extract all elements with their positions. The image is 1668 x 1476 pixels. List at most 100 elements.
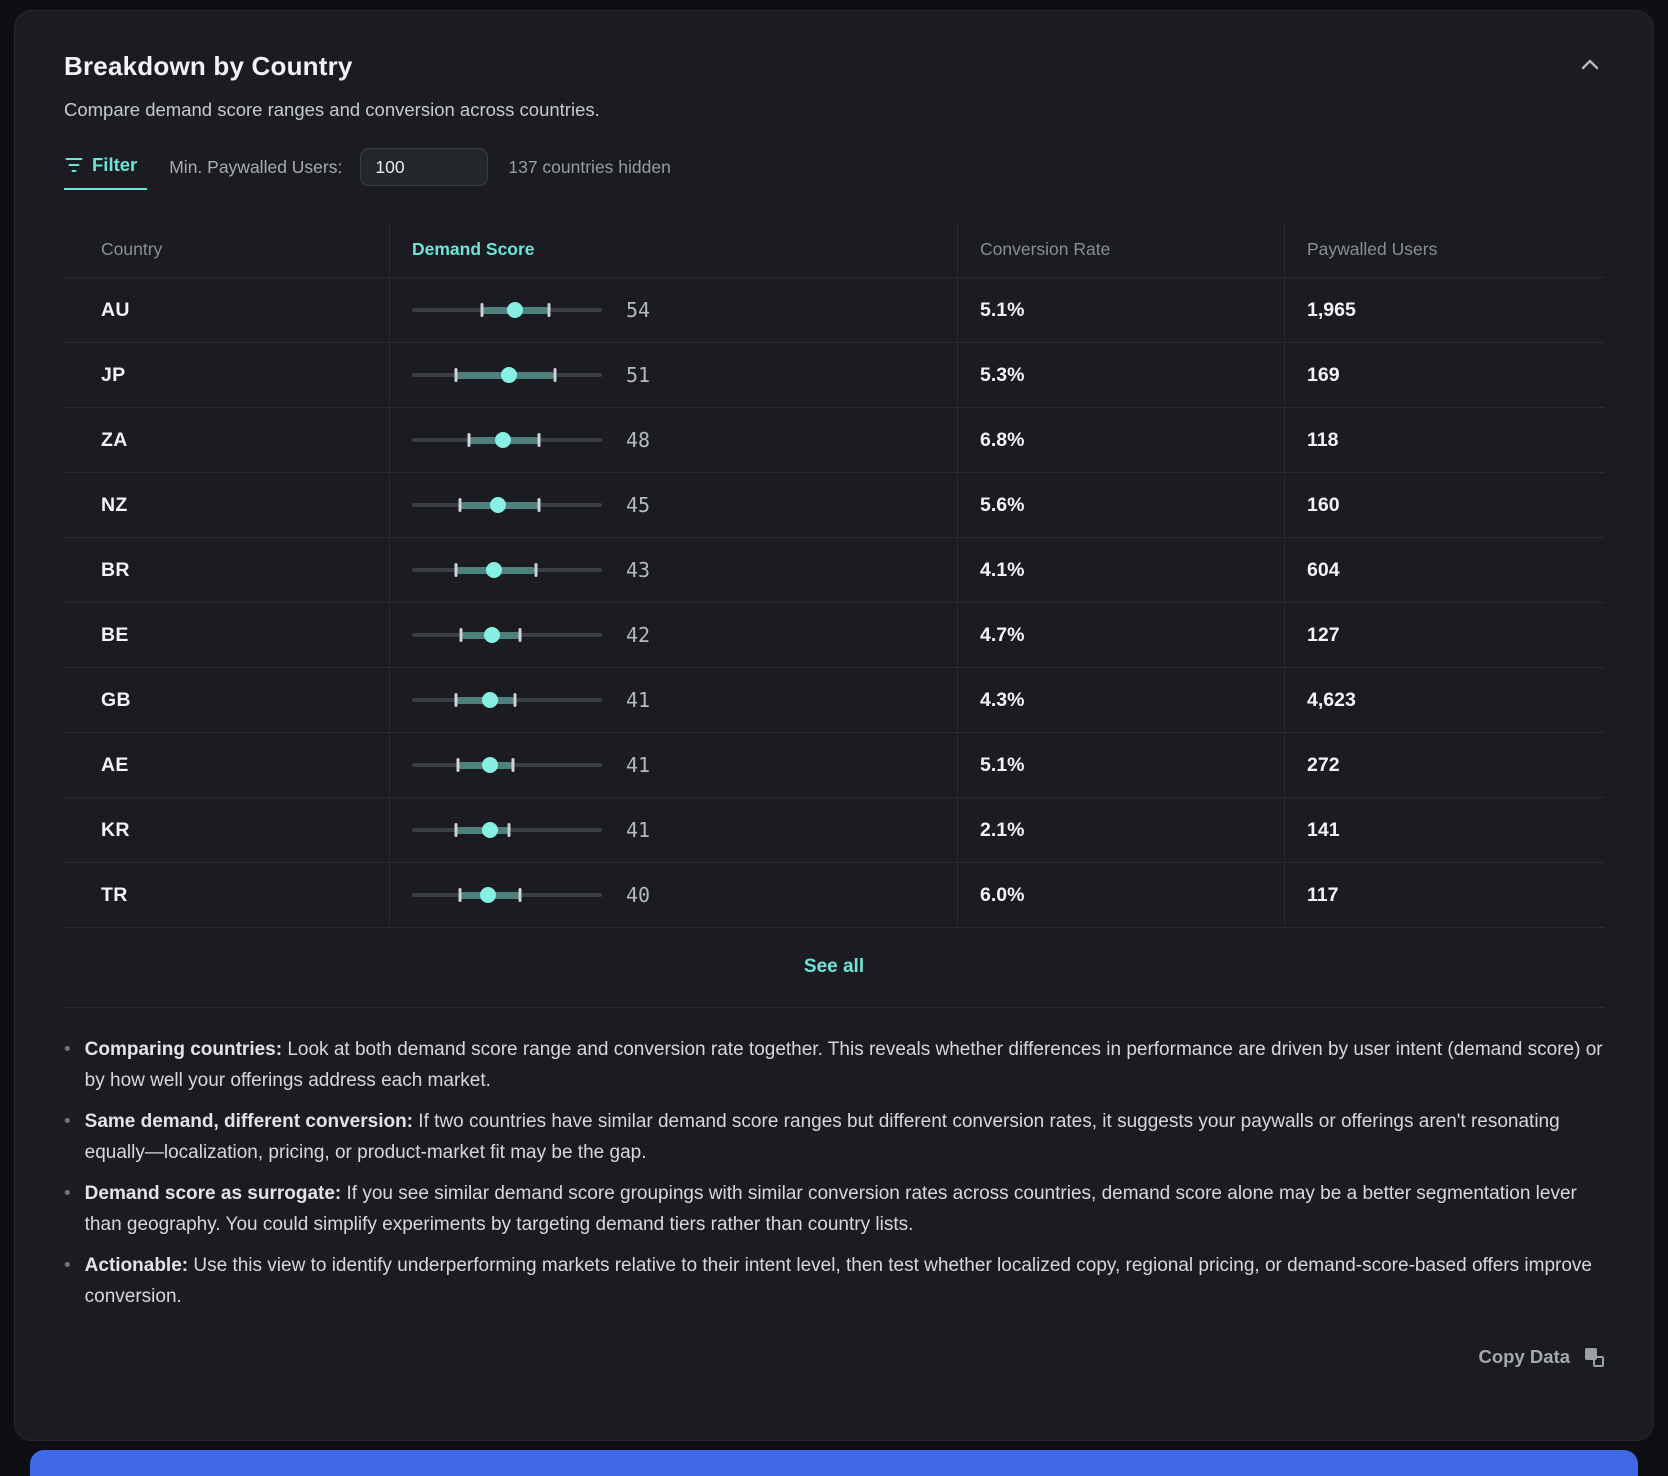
- conversion-rate-value: 6.0%: [957, 863, 1284, 928]
- filter-tab[interactable]: Filter: [64, 154, 147, 190]
- column-header-demand-score[interactable]: Demand Score: [389, 222, 957, 278]
- slider-high-tick: [538, 433, 541, 447]
- slider-score-dot: [490, 497, 506, 513]
- demand-score-value: 45: [626, 493, 650, 517]
- note-lead: Actionable:: [85, 1255, 188, 1276]
- column-header-conversion-rate[interactable]: Conversion Rate: [957, 222, 1284, 278]
- copy-icon[interactable]: [1585, 1348, 1604, 1367]
- country-code: BE: [64, 603, 389, 668]
- panel-header: Breakdown by Country: [64, 51, 1604, 82]
- slider-low-tick: [468, 433, 471, 447]
- table-body: AU545.1%1,965JP515.3%169ZA486.8%118NZ455…: [64, 278, 1604, 928]
- slider-score-dot: [482, 822, 498, 838]
- demand-range-slider: [412, 821, 602, 839]
- paywalled-users-value: 1,965: [1284, 278, 1604, 343]
- breakdown-by-country-panel: Breakdown by Country Compare demand scor…: [14, 10, 1654, 1441]
- countries-hidden-note: 137 countries hidden: [508, 157, 670, 188]
- country-code: JP: [64, 343, 389, 408]
- demand-score-value: 41: [626, 688, 650, 712]
- note-lead: Same demand, different conversion:: [85, 1111, 413, 1132]
- conversion-rate-value: 6.8%: [957, 408, 1284, 473]
- conversion-rate-value: 5.6%: [957, 473, 1284, 538]
- country-code: GB: [64, 668, 389, 733]
- filter-tab-label: Filter: [92, 154, 137, 176]
- conversion-rate-value: 4.1%: [957, 538, 1284, 603]
- conversion-rate-value: 5.1%: [957, 733, 1284, 798]
- slider-low-tick: [460, 628, 463, 642]
- demand-score-cell: 41: [389, 798, 957, 863]
- slider-high-tick: [511, 758, 514, 772]
- demand-range-slider: [412, 691, 602, 709]
- chevron-up-icon: [1580, 59, 1600, 74]
- demand-score-value: 41: [626, 818, 650, 842]
- demand-score-value: 42: [626, 623, 650, 647]
- demand-score-value: 40: [626, 883, 650, 907]
- min-paywalled-label: Min. Paywalled Users:: [169, 157, 342, 188]
- note-text: Comparing countries: Look at both demand…: [85, 1035, 1604, 1096]
- demand-score-cell: 51: [389, 343, 957, 408]
- country-code: TR: [64, 863, 389, 928]
- next-card-edge: [30, 1450, 1638, 1476]
- filter-icon: [65, 158, 83, 173]
- slider-score-dot: [482, 692, 498, 708]
- conversion-rate-value: 5.3%: [957, 343, 1284, 408]
- demand-score-cell: 42: [389, 603, 957, 668]
- page-title: Breakdown by Country: [64, 51, 353, 82]
- slider-low-tick: [454, 693, 457, 707]
- table-row: AU 54 5.1%1,965: [64, 278, 1604, 343]
- copy-data-button[interactable]: Copy Data: [1479, 1346, 1571, 1368]
- slider-score-dot: [480, 887, 496, 903]
- bullet-dot: •: [64, 1251, 71, 1312]
- slider-low-tick: [458, 498, 461, 512]
- slider-high-tick: [553, 368, 556, 382]
- insight-notes: •Comparing countries: Look at both deman…: [64, 1035, 1604, 1312]
- column-header-country[interactable]: Country: [64, 222, 389, 278]
- slider-score-dot: [484, 627, 500, 643]
- note-lead: Demand score as surrogate:: [85, 1183, 342, 1204]
- bullet-dot: •: [64, 1107, 71, 1168]
- country-code: KR: [64, 798, 389, 863]
- collapse-panel-button[interactable]: [1576, 53, 1604, 78]
- note-item: •Comparing countries: Look at both deman…: [64, 1035, 1604, 1096]
- note-text: Actionable: Use this view to identify un…: [85, 1251, 1604, 1312]
- slider-high-tick: [547, 303, 550, 317]
- demand-range-slider: [412, 366, 602, 384]
- slider-high-tick: [538, 498, 541, 512]
- country-code: AU: [64, 278, 389, 343]
- demand-score-cell: 41: [389, 733, 957, 798]
- conversion-rate-value: 2.1%: [957, 798, 1284, 863]
- table-row: KR412.1%141: [64, 798, 1604, 863]
- note-item: •Demand score as surrogate: If you see s…: [64, 1179, 1604, 1240]
- table-row: NZ 45 5.6%160: [64, 473, 1604, 538]
- country-code: NZ: [64, 473, 389, 538]
- slider-score-dot: [507, 302, 523, 318]
- conversion-rate-value: 5.1%: [957, 278, 1284, 343]
- country-table: Country Demand Score Conversion Rate Pay…: [64, 222, 1604, 1008]
- slider-low-tick: [454, 368, 457, 382]
- table-row: BR434.1%604: [64, 538, 1604, 603]
- slider-score-dot: [482, 757, 498, 773]
- country-code: AE: [64, 733, 389, 798]
- demand-score-value: 51: [626, 363, 650, 387]
- country-code: BR: [64, 538, 389, 603]
- slider-score-dot: [495, 432, 511, 448]
- min-paywalled-input[interactable]: [360, 148, 488, 186]
- demand-range-slider: [412, 886, 602, 904]
- table-row: AE415.1%272: [64, 733, 1604, 798]
- demand-score-cell: 48: [389, 408, 957, 473]
- slider-high-tick: [534, 563, 537, 577]
- paywalled-users-value: 160: [1284, 473, 1604, 538]
- demand-range-slider: [412, 301, 602, 319]
- conversion-rate-value: 4.3%: [957, 668, 1284, 733]
- paywalled-users-value: 4,623: [1284, 668, 1604, 733]
- paywalled-users-value: 604: [1284, 538, 1604, 603]
- filter-bar: Filter Min. Paywalled Users: 137 countri…: [64, 148, 1604, 196]
- demand-range-slider: [412, 561, 602, 579]
- slider-score-dot: [486, 562, 502, 578]
- column-header-paywalled-users[interactable]: Paywalled Users: [1284, 222, 1604, 278]
- demand-score-value: 54: [626, 298, 650, 322]
- paywalled-users-value: 117: [1284, 863, 1604, 928]
- table-row: BE424.7%127: [64, 603, 1604, 668]
- slider-low-tick: [458, 888, 461, 902]
- see-all-link[interactable]: See all: [804, 956, 864, 978]
